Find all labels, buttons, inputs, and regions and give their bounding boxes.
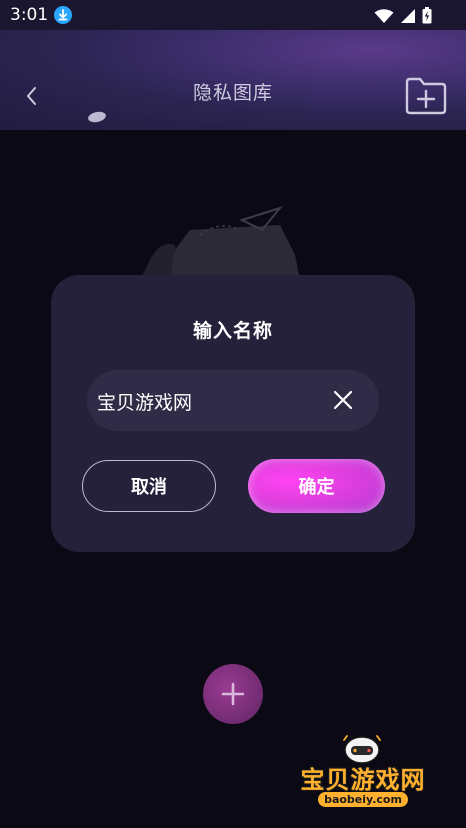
name-input[interactable] (95, 382, 319, 420)
download-icon (54, 6, 72, 24)
add-button[interactable] (203, 664, 263, 724)
watermark-logo: 宝贝游戏网 baobeiy.com (288, 730, 438, 810)
header-decoration (87, 110, 107, 124)
close-icon[interactable] (331, 388, 355, 412)
page-title: 隐私图库 (192, 82, 273, 104)
wifi-icon (374, 8, 394, 23)
confirm-button[interactable]: 确定 (248, 459, 385, 513)
watermark-url: baobeiy.com (318, 792, 408, 807)
folder-add-icon[interactable] (404, 76, 448, 116)
signal-icon (401, 8, 415, 23)
battery-icon (422, 7, 432, 24)
status-time: 3:01 (10, 5, 49, 25)
status-bar: 3:01 (0, 0, 466, 30)
name-input-dialog: 输入名称 取消 确定 (51, 275, 415, 552)
dialog-title: 输入名称 (192, 320, 273, 342)
status-icons (374, 7, 432, 24)
app-header: 隐私图库 (0, 30, 466, 130)
plus-icon (221, 682, 245, 706)
name-input-container (87, 370, 379, 431)
watermark-name: 宝贝游戏网 (300, 766, 426, 794)
cancel-button[interactable]: 取消 (82, 460, 216, 512)
